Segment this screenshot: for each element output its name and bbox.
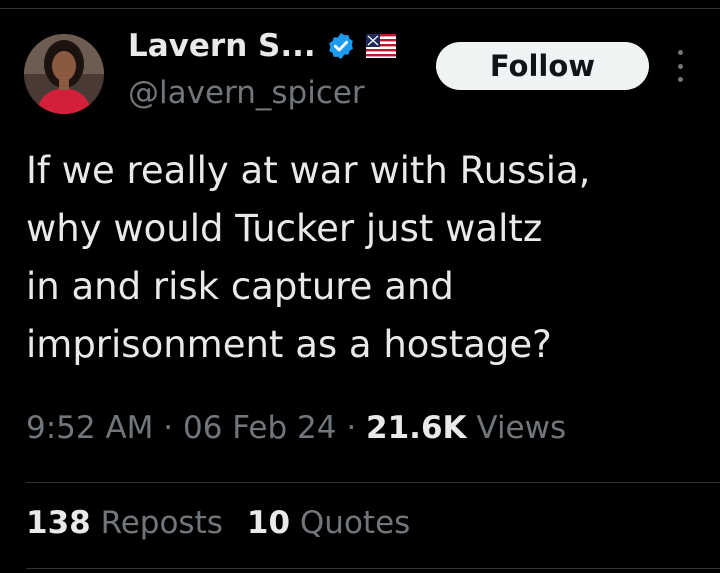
tweet-line: why would Tucker just waltz: [26, 207, 543, 250]
reposts-label: Reposts: [90, 505, 223, 541]
tweet-date[interactable]: 06 Feb 24: [183, 410, 337, 446]
views-count: 21.6K: [366, 410, 467, 446]
stats-divider: [26, 482, 720, 483]
meta-separator: ·: [153, 410, 183, 446]
more-options-icon[interactable]: [668, 50, 692, 82]
tweet-text: If we really at war with Russia, why wou…: [26, 142, 706, 374]
tweet-line: in and risk capture and: [26, 265, 454, 308]
meta-separator: ·: [336, 410, 367, 446]
follow-button-label: Follow: [489, 49, 596, 83]
tweet-line: If we really at war with Russia,: [26, 149, 591, 192]
display-name[interactable]: Lavern S...: [128, 28, 316, 64]
bottom-divider: [26, 568, 720, 569]
quotes-count: 10: [246, 505, 291, 541]
avatar[interactable]: [24, 34, 104, 114]
tweet-meta: 9:52 AM · 06 Feb 24 · 21.6K Views: [26, 410, 566, 446]
follow-button[interactable]: Follow: [436, 42, 649, 90]
reposts-count: 138: [26, 505, 91, 541]
author-name-row[interactable]: Lavern S...: [128, 28, 396, 64]
author-handle[interactable]: @lavern_spicer: [128, 75, 365, 111]
views-label: Views: [466, 410, 567, 446]
top-divider: [0, 8, 720, 9]
engagement-stats: 138 Reposts 10 Quotes: [26, 505, 410, 541]
quotes-link[interactable]: 10 Quotes: [247, 505, 410, 541]
tweet-time[interactable]: 9:52 AM: [26, 410, 153, 446]
american-flag-icon: [365, 34, 396, 58]
reposts-link[interactable]: 138 Reposts: [26, 505, 223, 541]
tweet-line: imprisonment as a hostage?: [26, 323, 552, 366]
quotes-label: Quotes: [290, 505, 411, 541]
verified-badge-icon: [328, 32, 353, 60]
